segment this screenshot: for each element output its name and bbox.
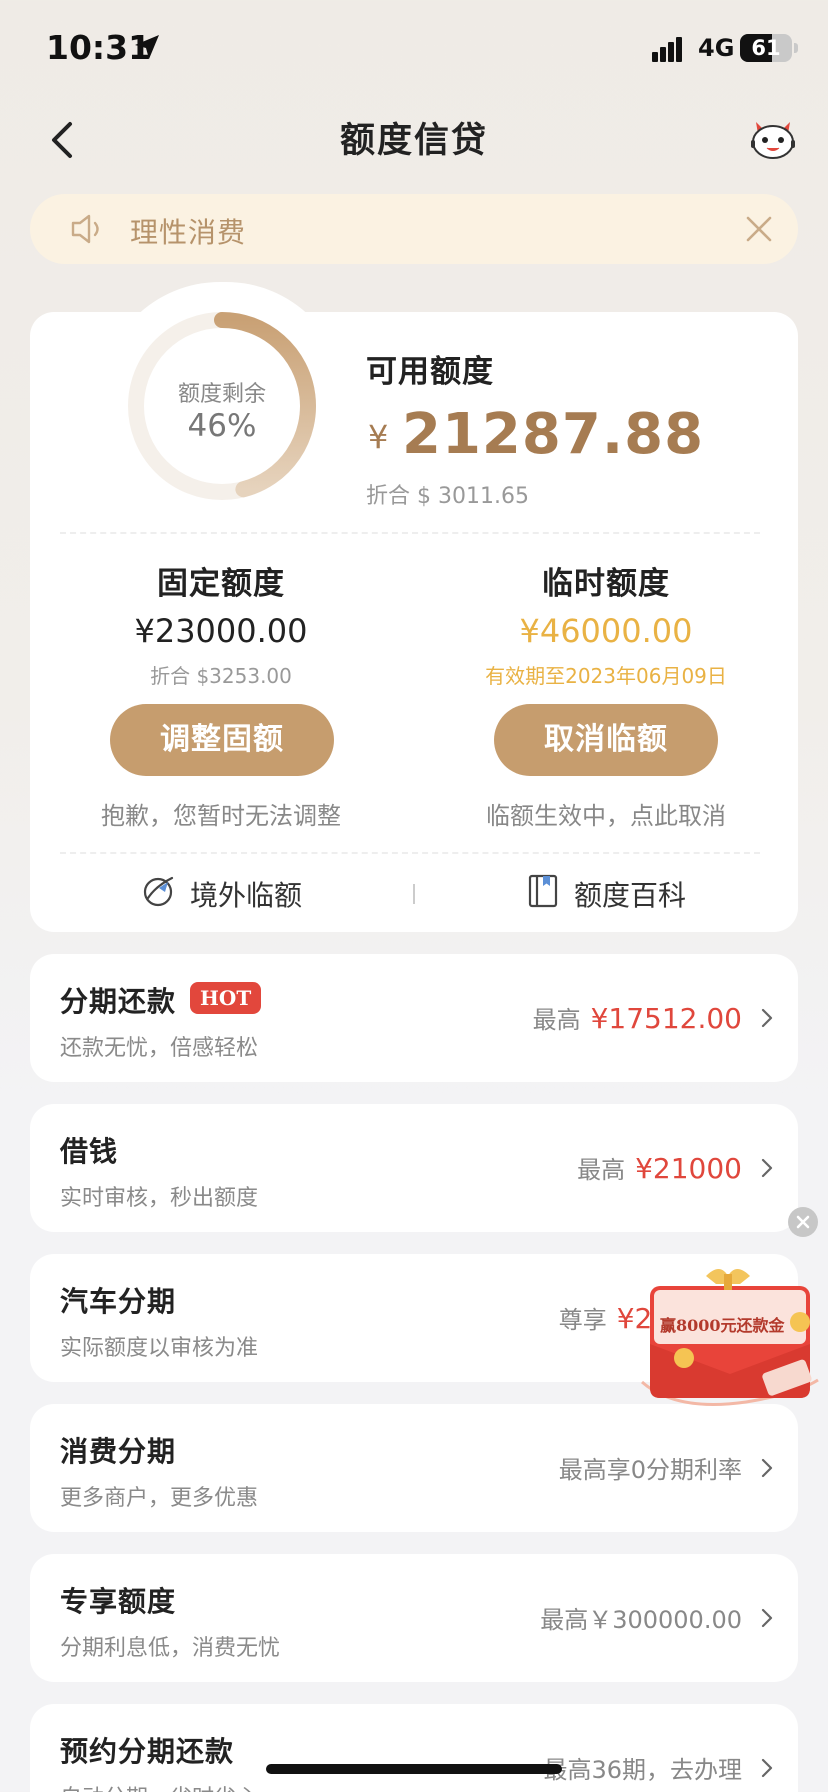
list-item-prefix: 最高享0分期利率 (558, 1456, 742, 1484)
available-credit-converted: 折合 $ 3011.65 (366, 484, 529, 509)
available-credit-amount: 21287.88 (402, 402, 705, 467)
hot-badge: HOT (190, 982, 262, 1014)
list-item-consumer-installment[interactable]: 消费分期 更多商户，更多优惠 最高享0分期利率 (30, 1404, 798, 1532)
list-item-right: 最高享0分期利率 (559, 1450, 742, 1485)
notice-banner[interactable]: 理性消费 (30, 194, 798, 264)
list-item-title: 专享额度 (60, 1585, 177, 1618)
list-item-subtitle: 自动分期，省时省心 (60, 1780, 258, 1792)
divider (60, 852, 760, 854)
list-item-subtitle: 实际额度以审核为准 (60, 1336, 259, 1361)
list-item-prefix: 最高 (532, 1006, 581, 1034)
list-item-scheduled-installment[interactable]: 预约分期还款 自动分期，省时省心 最高36期，去办理 (30, 1704, 798, 1792)
divider (60, 532, 760, 534)
temporary-credit-title: 临时额度 (542, 566, 670, 602)
list-item-prefix: 尊享 (558, 1306, 607, 1334)
temporary-credit-amount: ¥46000.00 (519, 612, 693, 650)
chevron-right-icon (761, 1608, 773, 1628)
list-item-value: ¥17512.00 (590, 1002, 742, 1035)
available-credit-title: 可用额度 (366, 354, 494, 390)
list-item-right: 最高￥300000.00 (540, 1600, 742, 1635)
fixed-credit-note: 抱歉，您暂时无法调整 (101, 802, 341, 830)
credit-encyclopedia-link[interactable]: 额度百科 (526, 872, 726, 912)
list-item-title: 分期还款 (60, 985, 177, 1018)
close-icon (796, 1215, 810, 1229)
credit-encyclopedia-label: 额度百科 (574, 879, 687, 912)
list-item-prefix: 最高36期，去办理 (543, 1756, 742, 1784)
cancel-temporary-credit-button[interactable]: 取消临额 (494, 704, 718, 776)
battery-cap (794, 43, 798, 53)
mascot-icon[interactable] (748, 116, 798, 162)
chevron-right-icon (761, 1758, 773, 1778)
fixed-credit-amount: ¥23000.00 (134, 612, 308, 650)
list-item-title: 消费分期 (60, 1435, 177, 1468)
list-item-subtitle: 分期利息低，消费无忧 (60, 1636, 281, 1661)
notice-text: 理性消费 (130, 216, 247, 249)
link-divider (413, 884, 415, 904)
list-item-right: 最高36期，去办理 (543, 1750, 742, 1785)
adjust-fixed-credit-button[interactable]: 调整固额 (110, 704, 334, 776)
promo-text: 赢8000元还款金 (660, 1316, 785, 1335)
globe-plane-icon (143, 876, 174, 907)
page-title: 额度信贷 (339, 121, 488, 161)
list-item-right: 最高 ¥21000 (577, 1150, 742, 1185)
book-icon (528, 874, 558, 908)
list-item-subtitle: 还款无忧，倍感轻松 (60, 1036, 259, 1061)
chevron-right-icon (761, 1158, 773, 1178)
network-type: 4G (698, 34, 735, 62)
list-item-value: ¥21000 (635, 1152, 742, 1185)
chevron-right-icon (761, 1008, 773, 1028)
battery-icon: 61 (740, 34, 792, 62)
ring-percent: 46% (187, 408, 257, 444)
list-item-prefix: 最高 (577, 1156, 626, 1184)
close-icon[interactable] (746, 216, 772, 242)
list-item-right: 最高 ¥17512.00 (533, 1000, 742, 1035)
available-currency: ¥ (368, 418, 389, 456)
overseas-temporary-credit-link[interactable]: 境外临额 (142, 872, 342, 912)
list-item-prefix: 最高￥300000.00 (540, 1606, 742, 1634)
list-item-subtitle: 更多商户，更多优惠 (60, 1486, 259, 1511)
signal-icon (652, 37, 682, 62)
ring-caption: 额度剩余 (177, 382, 266, 407)
temporary-credit-expiry: 有效期至2023年06月09日 (485, 664, 727, 688)
battery-level: 61 (751, 36, 781, 60)
list-item-exclusive-credit[interactable]: 专享额度 分期利息低，消费无忧 最高￥300000.00 (30, 1554, 798, 1682)
home-indicator (266, 1764, 562, 1774)
status-bar: 10:31 4G 61 (0, 0, 828, 100)
chevron-right-icon (761, 1458, 773, 1478)
list-item-title: 汽车分期 (60, 1285, 177, 1318)
list-item-subtitle: 实时审核，秒出额度 (60, 1186, 259, 1211)
speaker-icon (71, 214, 99, 244)
temporary-credit-note[interactable]: 临额生效中，点此取消 (456, 796, 756, 831)
overseas-temporary-credit-label: 境外临额 (190, 879, 303, 912)
fixed-credit-converted: 折合 $3253.00 (150, 664, 292, 688)
list-item-borrow-money[interactable]: 借钱 实时审核，秒出额度 最高 ¥21000 (30, 1104, 798, 1232)
list-item-title: 借钱 (60, 1135, 119, 1168)
fixed-credit-title: 固定额度 (157, 566, 285, 602)
location-arrow-icon (135, 35, 159, 59)
promo-close-button[interactable] (788, 1207, 818, 1237)
red-envelope-icon[interactable] (636, 1262, 822, 1412)
list-item-installment-repayment[interactable]: 分期还款 HOT 还款无忧，倍感轻松 最高 ¥17512.00 (30, 954, 798, 1082)
list-item-title: 预约分期还款 (60, 1735, 235, 1768)
